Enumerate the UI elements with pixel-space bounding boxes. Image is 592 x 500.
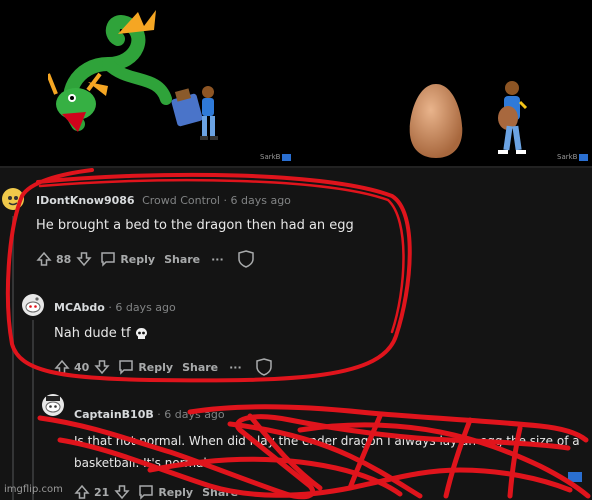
imgflip-credit: imgflip.com (4, 484, 63, 495)
red-scribble-annotation (37, 404, 591, 500)
